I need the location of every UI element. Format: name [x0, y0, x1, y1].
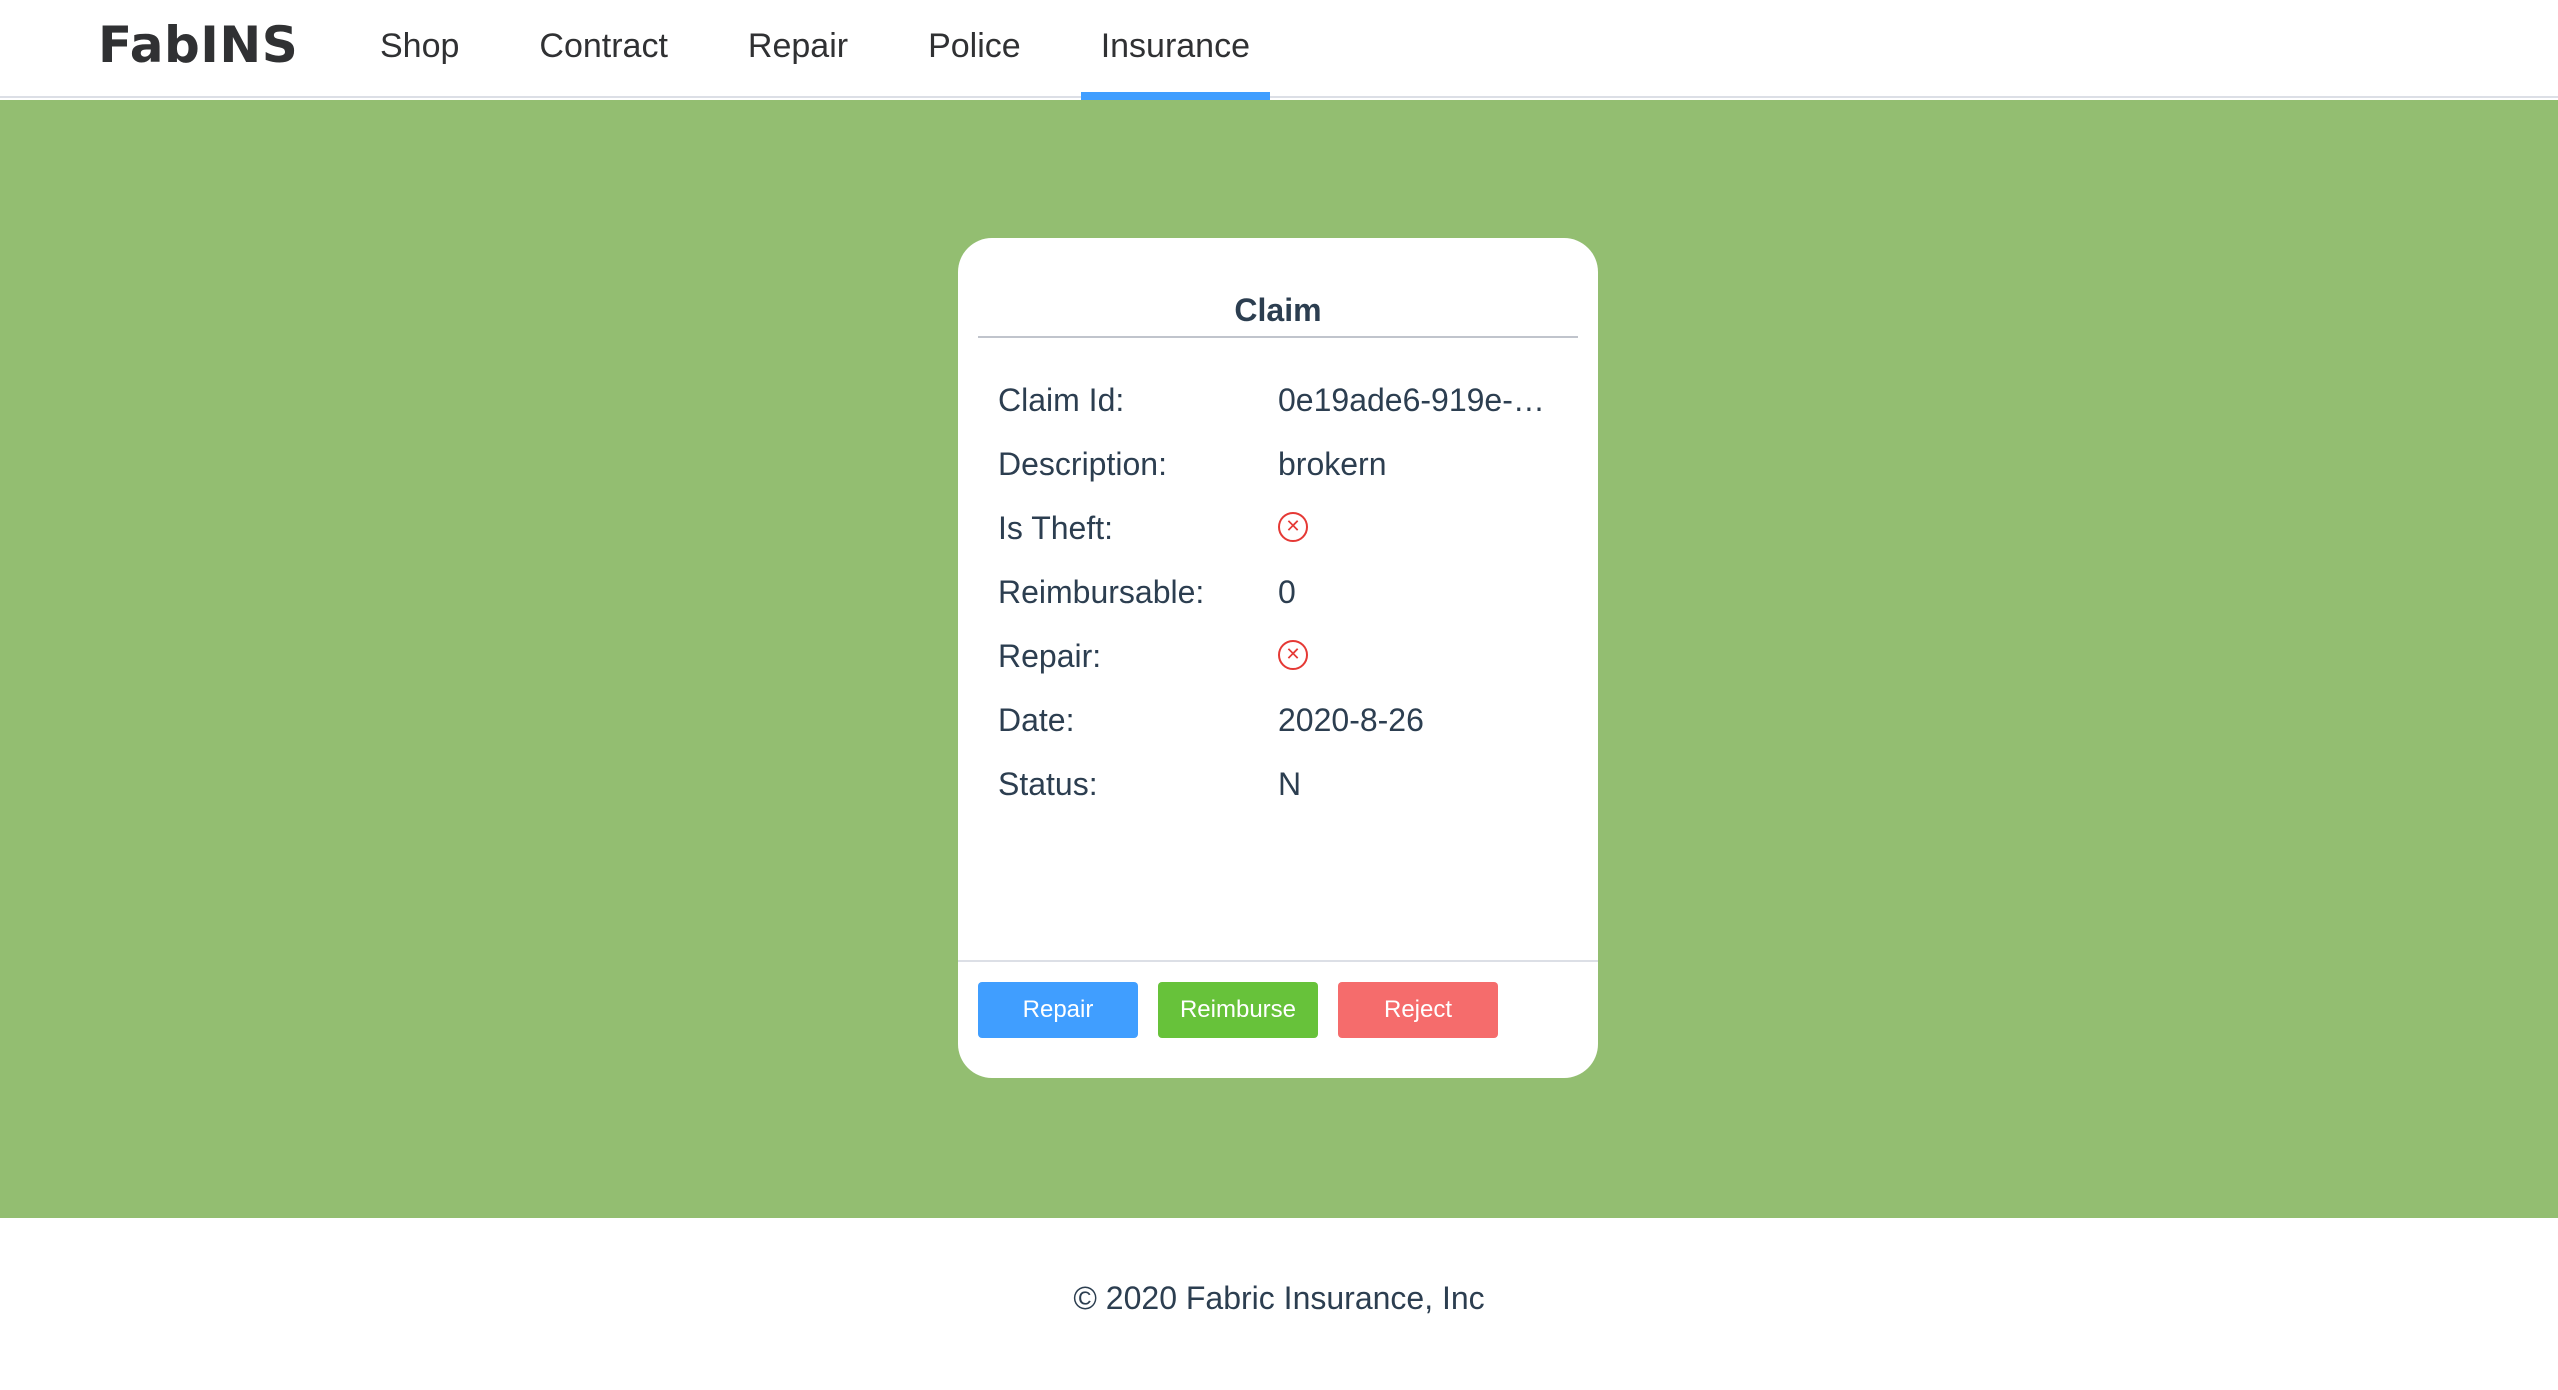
claim-id-label: Claim Id:	[998, 381, 1125, 418]
circle-x-icon: ✕	[1278, 511, 1308, 542]
card-header: Claim	[978, 288, 1578, 338]
claim-id-row: Claim Id: 0e19ade6-919e-…	[998, 368, 1558, 432]
claim-details: Claim Id: 0e19ade6-919e-… Description: b…	[998, 368, 1558, 816]
main-content: Claim Claim Id: 0e19ade6-919e-… Descript…	[0, 100, 2558, 1218]
top-navbar: FabINS Shop Contract Repair Police Insur…	[0, 0, 2558, 100]
reimburse-button[interactable]: Reimburse	[1158, 982, 1318, 1038]
description-row: Description: brokern	[998, 432, 1558, 496]
description-label: Description:	[998, 445, 1167, 482]
repair-button[interactable]: Repair	[978, 982, 1138, 1038]
reimbursable-label: Reimbursable:	[998, 573, 1205, 610]
is-theft-value: ✕	[1278, 509, 1558, 548]
nav-item-police[interactable]: Police	[908, 0, 1041, 98]
claim-id-value: 0e19ade6-919e-…	[1278, 381, 1545, 418]
reimbursable-row: Reimbursable: 0	[998, 560, 1558, 624]
card-title: Claim	[1234, 292, 1322, 328]
date-row: Date: 2020-8-26	[998, 688, 1558, 752]
date-value: 2020-8-26	[1278, 701, 1424, 738]
repair-value: ✕	[1278, 637, 1558, 676]
nav-item-repair[interactable]: Repair	[728, 0, 868, 98]
card-divider	[958, 960, 1598, 962]
brand-logo[interactable]: FabINS	[98, 16, 298, 74]
description-value: brokern	[1278, 445, 1387, 482]
status-label: Status:	[998, 765, 1098, 802]
date-label: Date:	[998, 701, 1075, 738]
circle-x-icon: ✕	[1278, 639, 1308, 670]
status-row: Status: N	[998, 752, 1558, 816]
is-theft-label: Is Theft:	[998, 509, 1114, 546]
nav-item-shop[interactable]: Shop	[360, 0, 479, 98]
nav-item-contract[interactable]: Contract	[519, 0, 688, 98]
repair-label: Repair:	[998, 637, 1102, 674]
claim-card: Claim Claim Id: 0e19ade6-919e-… Descript…	[958, 238, 1598, 1078]
repair-row: Repair: ✕	[998, 624, 1558, 688]
reimbursable-value: 0	[1278, 573, 1296, 610]
footer: © 2020 Fabric Insurance, Inc	[0, 1218, 2558, 1390]
is-theft-row: Is Theft: ✕	[998, 496, 1558, 560]
copyright-text: © 2020 Fabric Insurance, Inc	[1073, 1280, 1485, 1316]
nav-item-insurance[interactable]: Insurance	[1080, 0, 1271, 100]
status-value: N	[1278, 765, 1302, 802]
main-nav: Shop Contract Repair Police Insurance	[360, 0, 1310, 100]
reject-button[interactable]: Reject	[1338, 982, 1498, 1038]
card-actions: Repair Reimburse Reject	[978, 982, 1518, 1038]
